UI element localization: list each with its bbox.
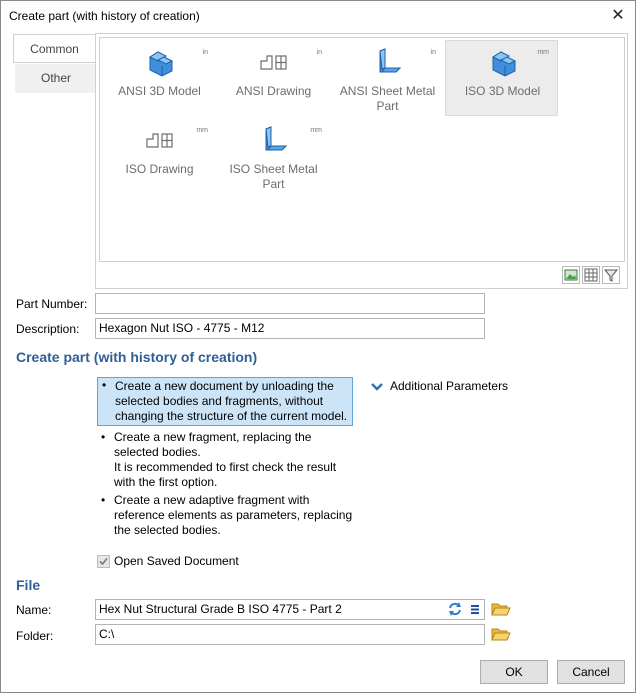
bullet-icon: • [101,430,106,444]
chevron-down-icon [371,382,383,391]
template-iso-drawing[interactable]: mm ISO Drawing [103,119,216,195]
template-panel: in ANSI 3D Model in ANSI Drawing in ANSI… [95,33,628,289]
option-line: Create a new fragment, replacing the [114,430,312,444]
template-label: ISO 3D Model [464,84,541,98]
bullet-icon: • [101,493,106,507]
3d-model-icon [491,51,517,77]
tab-common[interactable]: Common [13,34,95,63]
sheet-metal-icon [379,48,402,73]
unit-label: mm [196,127,208,134]
bullet-icon: • [102,378,107,392]
template-ansi-sheet-metal-part[interactable]: in ANSI Sheet Metal Part [331,41,444,117]
checkbox-box[interactable] [97,555,110,569]
sheet-metal-icon [265,126,288,151]
refresh-icon[interactable] [446,600,464,618]
template-iso-sheet-metal-part[interactable]: mm ISO Sheet Metal Part [217,119,330,195]
additional-parameters-label: Additional Parameters [390,379,509,393]
option-adaptive-fragment[interactable]: • Create a new adaptive fragment with re… [97,493,353,538]
drawing-icon [146,133,173,148]
cancel-button[interactable]: Cancel [557,660,625,684]
option-line: the selected bodies. [114,523,221,537]
option-line: selected bodies. [114,445,201,459]
unit-label: mm [310,127,322,134]
option-line: Create a new document by unloading the [115,379,334,393]
create-section-heading: Create part (with history of creation) [16,349,258,365]
folder-label: Folder: [16,629,54,643]
unit-label: mm [537,49,549,56]
filter-icon[interactable] [602,266,620,284]
title-bar: Create part (with history of creation) ✕ [1,1,635,31]
gallery-toolbar [562,266,622,284]
template-ansi-drawing[interactable]: in ANSI Drawing [217,41,330,117]
open-saved-document-checkbox[interactable]: Open Saved Document [97,554,239,569]
file-section-heading: File [16,577,41,593]
option-line: Create a new adaptive fragment with [114,493,310,507]
window-title: Create part (with history of creation) [9,9,200,23]
option-new-fragment[interactable]: • Create a new fragment, replacing the s… [97,430,353,490]
option-line: It is recommended to first check the res… [114,460,337,474]
create-part-dialog: Create part (with history of creation) ✕… [0,0,636,693]
drawing-icon [260,55,287,70]
part-number-field[interactable] [95,293,485,314]
part-number-label: Part Number: [16,297,88,311]
thumbnail-view-icon[interactable] [562,266,580,284]
option-line: with the first option. [114,475,218,489]
template-gallery: in ANSI 3D Model in ANSI Drawing in ANSI… [99,37,625,262]
option-line: reference elements as parameters, replac… [114,508,353,522]
checkmark-icon [99,558,108,566]
name-field[interactable]: Hex Nut Structural Grade B ISO 4775 - Pa… [95,599,485,620]
tab-other[interactable]: Other [15,64,97,93]
template-label: ANSI 3D Model [118,84,201,98]
folder-field[interactable]: C:\ [95,624,485,645]
unit-label: in [430,49,436,56]
description-label: Description: [16,322,80,336]
additional-parameters-toggle[interactable]: Additional Parameters [370,379,508,393]
description-field[interactable]: Hexagon Nut ISO - 4775 - M12 [95,318,485,339]
option-new-document[interactable]: • Create a new document by unloading the… [97,377,353,426]
open-folder-icon[interactable] [491,600,511,618]
3d-model-icon [148,51,174,77]
list-icon[interactable] [466,600,484,618]
option-line: changing the structure of the current mo… [115,409,348,423]
option-line: selected bodies and fragments, without [115,394,324,408]
open-saved-document-label: Open Saved Document [114,554,239,568]
open-folder-icon[interactable] [491,625,511,643]
template-label: ANSI Sheet Metal Part [339,84,436,113]
template-iso-3d-model[interactable]: mm ISO 3D Model [445,40,558,116]
template-label: ANSI Drawing [235,84,312,98]
template-label: ISO Drawing [125,162,194,176]
close-icon[interactable]: ✕ [605,3,631,29]
grid-view-icon[interactable] [582,266,600,284]
template-label: ISO Sheet Metal Part [229,162,318,191]
unit-label: in [202,49,208,56]
name-label: Name: [16,603,52,617]
template-ansi-3d-model[interactable]: in ANSI 3D Model [103,41,216,117]
unit-label: in [316,49,322,56]
ok-button[interactable]: OK [480,660,548,684]
